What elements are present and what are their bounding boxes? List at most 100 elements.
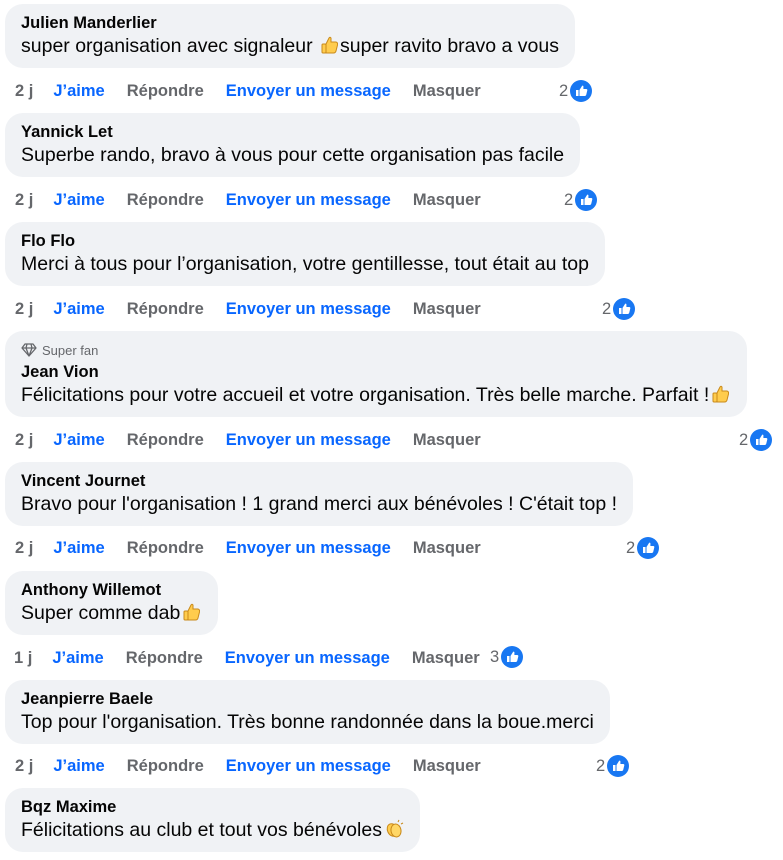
like-reaction-icon xyxy=(570,80,593,102)
hide-button[interactable]: Masquer xyxy=(413,191,481,210)
like-reaction-icon xyxy=(607,755,630,777)
comment-actions: 2 j J’aime Répondre Envoyer un message M… xyxy=(15,428,503,452)
hide-button[interactable]: Masquer xyxy=(412,649,480,668)
like-reaction-icon xyxy=(501,646,524,668)
reaction-count[interactable]: 2 xyxy=(626,536,660,560)
send-message-button[interactable]: Envoyer un message xyxy=(225,649,390,668)
comment: Yannick Let Superbe rando, bravo à vous … xyxy=(5,113,581,177)
send-message-button[interactable]: Envoyer un message xyxy=(226,539,391,558)
like-button[interactable]: J’aime xyxy=(53,82,104,101)
comment: Bqz Maxime Félicitations au club et tout… xyxy=(5,788,420,852)
reply-button[interactable]: Répondre xyxy=(127,431,204,450)
comment-time[interactable]: 2 j xyxy=(15,300,33,319)
like-button[interactable]: J’aime xyxy=(53,539,104,558)
hide-button[interactable]: Masquer xyxy=(413,539,481,558)
reaction-count[interactable]: 3 xyxy=(490,645,524,669)
comment: Julien Manderlier super organisation ave… xyxy=(5,4,575,68)
reply-button[interactable]: Répondre xyxy=(127,539,204,558)
like-reaction-icon xyxy=(750,429,773,451)
reaction-count-value: 3 xyxy=(490,647,500,666)
comment: Anthony Willemot Super comme dab xyxy=(5,571,219,635)
like-reaction-icon xyxy=(637,537,660,559)
hide-button[interactable]: Masquer xyxy=(413,82,481,101)
comment-time[interactable]: 2 j xyxy=(15,82,33,101)
comment-text: super organisation avec signaleur super … xyxy=(21,33,559,59)
comment-author[interactable]: Vincent Journet xyxy=(21,471,617,491)
comment-author[interactable]: Bqz Maxime xyxy=(21,797,404,817)
comment: Flo Flo Merci à tous pour l’organisation… xyxy=(5,222,605,286)
comment-text-part: Félicitations au club et tout vos bénévo… xyxy=(21,819,382,841)
comment-time[interactable]: 2 j xyxy=(15,431,33,450)
reaction-count[interactable]: 2 xyxy=(596,754,630,778)
comment-text-part: Super comme dab xyxy=(21,602,181,624)
comment-bubble: Flo Flo Merci à tous pour l’organisation… xyxy=(5,222,605,286)
reply-button[interactable]: Répondre xyxy=(127,191,204,210)
comment-text: Superbe rando, bravo à vous pour cette o… xyxy=(21,144,565,166)
comment-author[interactable]: Jean Vion xyxy=(21,362,731,382)
reaction-count[interactable]: 2 xyxy=(559,79,593,103)
reaction-count[interactable]: 2 xyxy=(564,188,598,212)
reaction-count[interactable]: 2 xyxy=(739,428,773,452)
comment-author[interactable]: Anthony Willemot xyxy=(21,580,202,600)
clapping-hands-icon xyxy=(386,819,404,838)
reaction-count-value: 2 xyxy=(602,299,612,318)
comment-actions: 2 j J’aime Répondre Envoyer un message M… xyxy=(15,536,503,560)
reply-button[interactable]: Répondre xyxy=(127,300,204,319)
reaction-count-value: 2 xyxy=(596,756,606,775)
comment-text: Top pour l'organisation. Très bonne rand… xyxy=(21,711,594,733)
comment-actions: 2 j J’aime Répondre Envoyer un message M… xyxy=(15,754,503,778)
comment-time[interactable]: 2 j xyxy=(15,757,33,776)
reply-button[interactable]: Répondre xyxy=(126,649,203,668)
comment-bubble: Vincent Journet Bravo pour l'organisatio… xyxy=(5,462,634,526)
like-button[interactable]: J’aime xyxy=(53,757,104,776)
comment-text: Merci à tous pour l’organisation, votre … xyxy=(21,253,589,275)
comment-text: Félicitations au club et tout vos bénévo… xyxy=(21,817,404,843)
comment-bubble: Jeanpierre Baele Top pour l'organisation… xyxy=(5,680,610,744)
super-fan-badge: Super fan xyxy=(21,342,731,358)
comment-bubble: Julien Manderlier super organisation ave… xyxy=(5,4,575,68)
like-button[interactable]: J’aime xyxy=(53,431,104,450)
comment-author[interactable]: Flo Flo xyxy=(21,231,589,251)
thumbs-up-icon xyxy=(712,385,730,403)
reaction-count-value: 2 xyxy=(564,190,574,209)
comment-text: Félicitations pour votre accueil et votr… xyxy=(21,382,731,408)
comment-actions: 2 j J’aime Répondre Envoyer un message M… xyxy=(15,188,503,212)
thumbs-up-icon xyxy=(321,36,339,54)
comment: Vincent Journet Bravo pour l'organisatio… xyxy=(5,462,634,526)
comment-text-part: Félicitations pour votre accueil et votr… xyxy=(21,384,710,406)
comment-bubble: Anthony Willemot Super comme dab xyxy=(5,571,219,635)
comment-bubble: Super fan Jean Vion Félicitations pour v… xyxy=(5,331,748,417)
comment-author[interactable]: Yannick Let xyxy=(21,122,564,142)
send-message-button[interactable]: Envoyer un message xyxy=(226,757,391,776)
comment-bubble: Bqz Maxime Félicitations au club et tout… xyxy=(5,788,420,852)
reaction-count-value: 2 xyxy=(626,538,636,557)
hide-button[interactable]: Masquer xyxy=(413,300,481,319)
reply-button[interactable]: Répondre xyxy=(127,757,204,776)
comment-text-part: super ravito bravo a vous xyxy=(340,35,559,57)
hide-button[interactable]: Masquer xyxy=(413,431,481,450)
send-message-button[interactable]: Envoyer un message xyxy=(226,431,391,450)
like-button[interactable]: J’aime xyxy=(53,191,104,210)
comment-actions: 2 j J’aime Répondre Envoyer un message M… xyxy=(15,79,503,103)
comment-text: Super comme dab xyxy=(21,600,202,626)
reaction-count-value: 2 xyxy=(739,430,749,449)
comment-actions: 1 j J’aime Répondre Envoyer un message M… xyxy=(14,646,502,670)
reply-button[interactable]: Répondre xyxy=(127,82,204,101)
comment-time[interactable]: 2 j xyxy=(15,191,33,210)
comment-bubble: Yannick Let Superbe rando, bravo à vous … xyxy=(5,113,581,177)
send-message-button[interactable]: Envoyer un message xyxy=(226,191,391,210)
reaction-count[interactable]: 2 xyxy=(602,297,636,321)
like-button[interactable]: J’aime xyxy=(53,300,104,319)
comment: Super fan Jean Vion Félicitations pour v… xyxy=(5,331,748,417)
reaction-count-value: 2 xyxy=(559,81,569,100)
send-message-button[interactable]: Envoyer un message xyxy=(226,82,391,101)
comment-time[interactable]: 2 j xyxy=(15,539,33,558)
comment-author[interactable]: Julien Manderlier xyxy=(21,13,559,33)
send-message-button[interactable]: Envoyer un message xyxy=(226,300,391,319)
like-button[interactable]: J’aime xyxy=(52,649,103,668)
like-reaction-icon xyxy=(575,189,598,211)
thumbs-up-icon xyxy=(183,603,201,621)
comment-author[interactable]: Jeanpierre Baele xyxy=(21,689,594,709)
comment-time[interactable]: 1 j xyxy=(14,649,32,668)
hide-button[interactable]: Masquer xyxy=(413,757,481,776)
